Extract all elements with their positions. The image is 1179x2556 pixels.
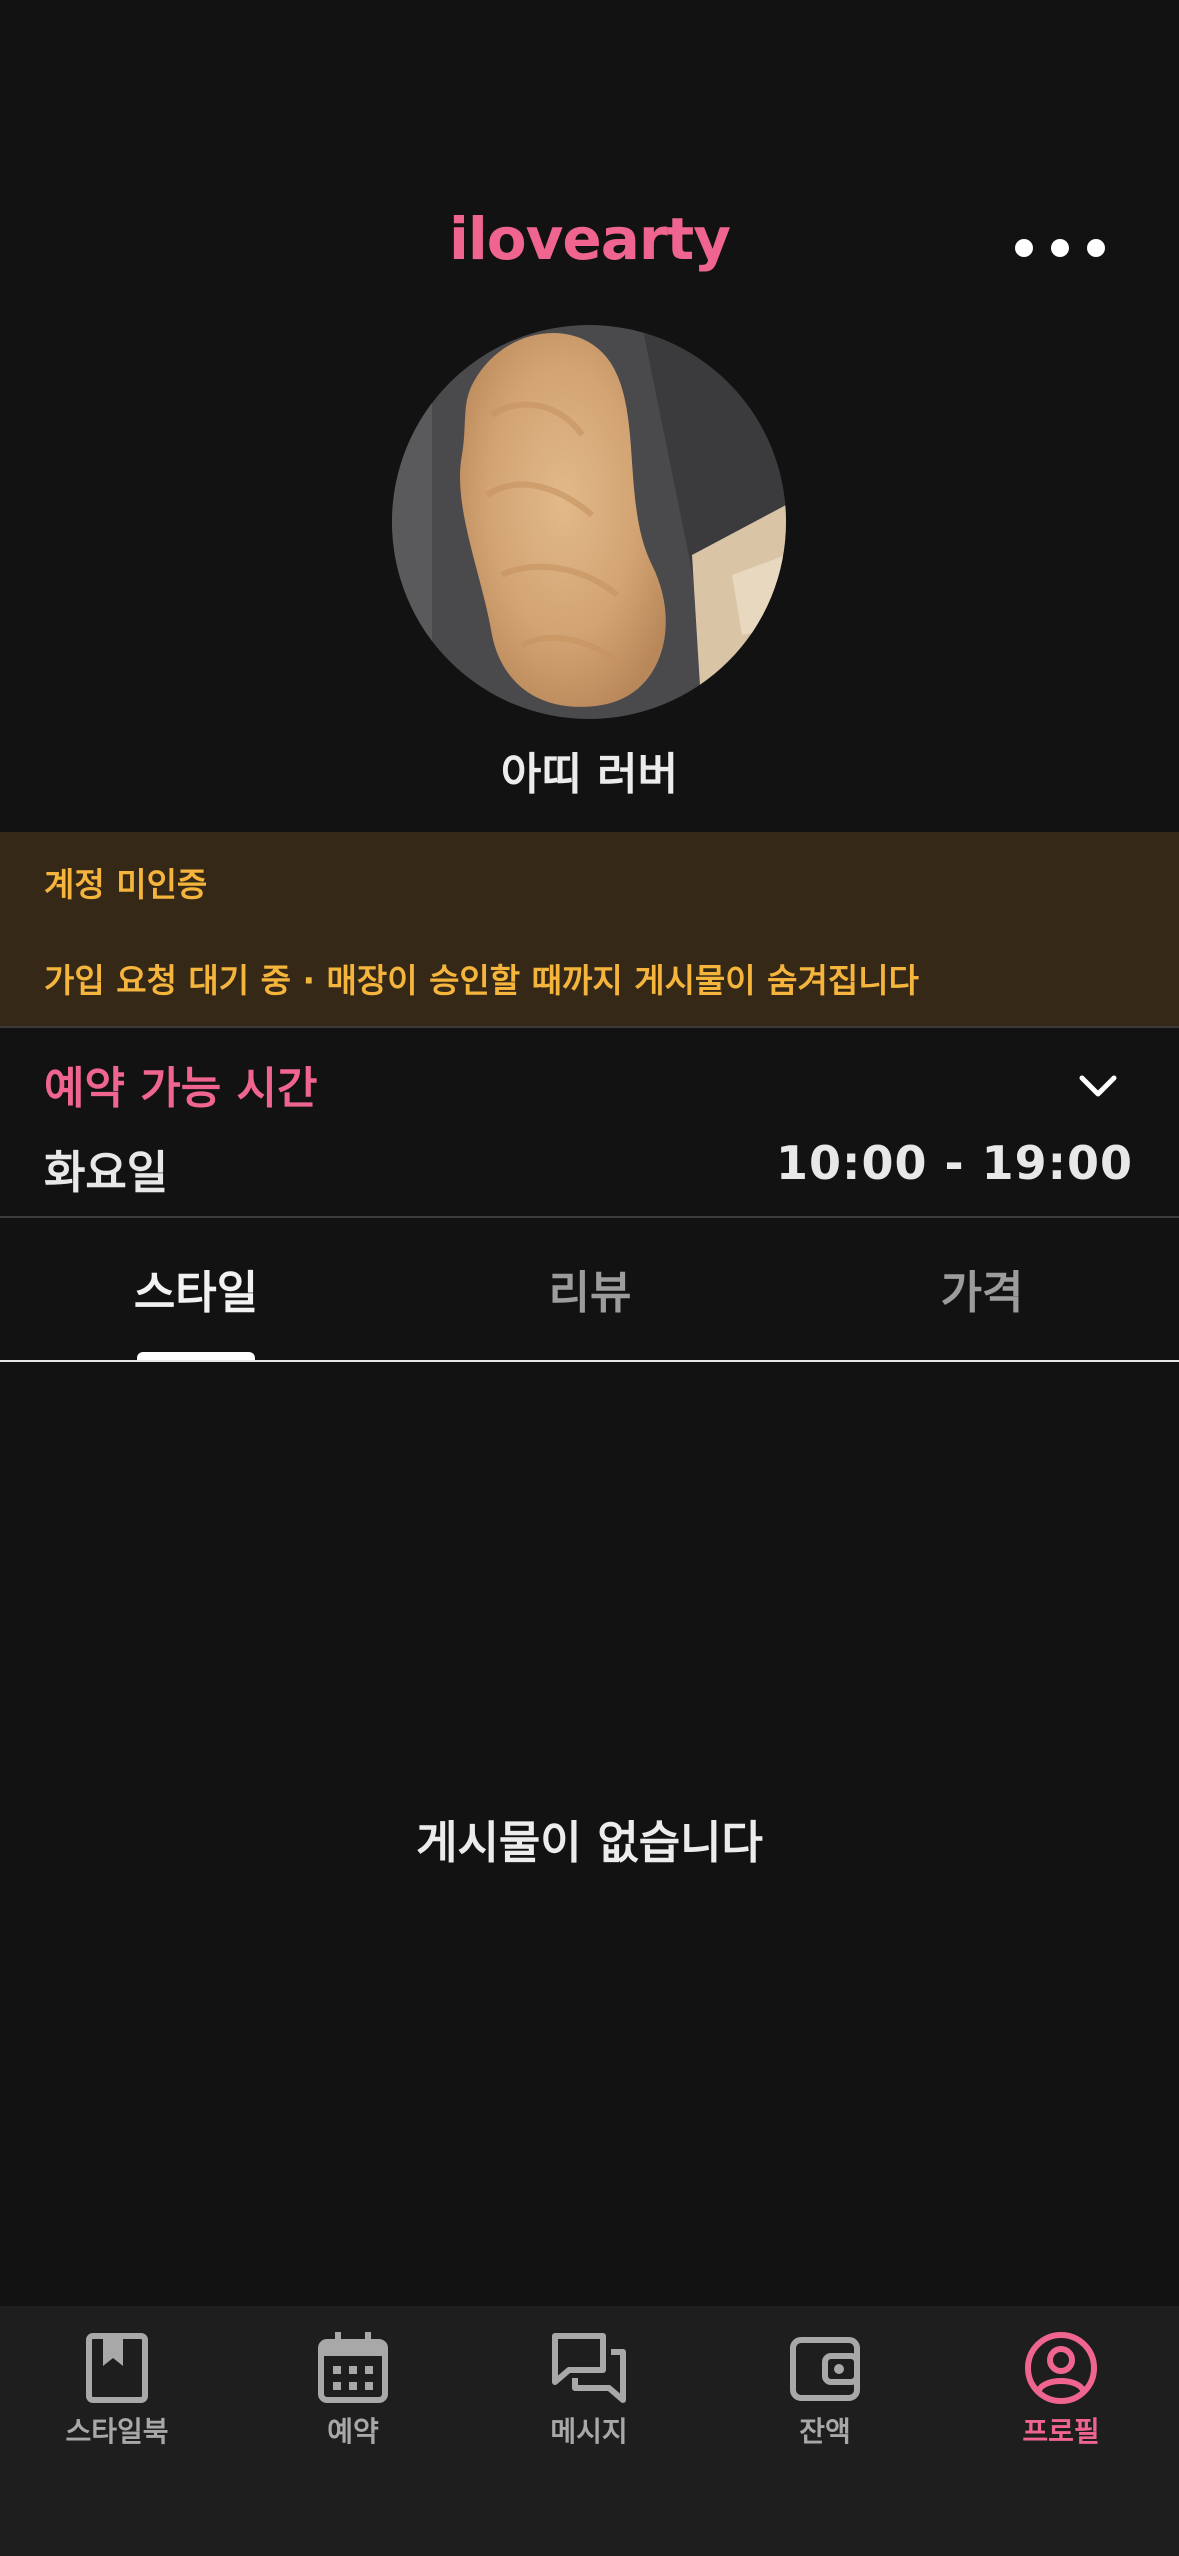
wallet-icon: [790, 2337, 860, 2401]
chevron-down-icon[interactable]: [1076, 1064, 1120, 1108]
nav-label: 잔액: [799, 2415, 851, 2448]
tab-review[interactable]: 리뷰: [440, 1256, 740, 1321]
nav-messages[interactable]: 메시지: [489, 2326, 689, 2456]
tab-style[interactable]: 스타일: [46, 1256, 346, 1321]
chat-icon: [552, 2333, 626, 2403]
warning-title: 계정 미인증: [44, 865, 208, 904]
warning-message: 가입 요청 대기 중 · 매장이 승인할 때까지 게시물이 숨겨집니다: [44, 961, 919, 1000]
available-hours-title: 예약 가능 시간: [44, 1063, 318, 1114]
nav-label: 스타일북: [65, 2415, 169, 2448]
hours-time: 10:00 - 19:00: [776, 1136, 1133, 1190]
nav-profile[interactable]: 프로필: [961, 2326, 1161, 2456]
profile-icon: [1025, 2332, 1097, 2404]
profile-tabs: 스타일 리뷰 가격: [0, 1218, 1179, 1362]
more-dot-icon: [1087, 239, 1105, 257]
calendar-icon: [318, 2332, 388, 2403]
nav-reservation[interactable]: 예약: [253, 2326, 453, 2456]
book-icon: [86, 2333, 148, 2403]
hours-day: 화요일: [44, 1146, 169, 1199]
more-dot-icon: [1051, 239, 1069, 257]
profile-nickname: 아띠 러버: [500, 749, 679, 800]
tab-price[interactable]: 가격: [832, 1256, 1132, 1321]
avatar-photo: [392, 325, 786, 719]
active-tab-indicator: [137, 1352, 255, 1360]
nav-balance[interactable]: 잔액: [725, 2326, 925, 2456]
nav-label: 메시지: [550, 2415, 628, 2448]
bottom-navigation: 스타일북 예약 메시지 잔액 프로필: [0, 2306, 1179, 2556]
more-dot-icon: [1015, 239, 1033, 257]
nav-stylebook[interactable]: 스타일북: [17, 2326, 217, 2456]
empty-state-message: 게시물이 없습니다: [416, 1816, 763, 1869]
profile-header: ilovearty: [0, 0, 1179, 330]
unverified-account-banner: 계정 미인증 가입 요청 대기 중 · 매장이 승인할 때까지 게시물이 숨겨집…: [0, 832, 1179, 1028]
nav-label: 예약: [327, 2415, 379, 2448]
available-hours-section: 예약 가능 시간 화요일 10:00 - 19:00: [0, 1028, 1179, 1218]
profile-avatar[interactable]: [392, 325, 786, 719]
nav-label: 프로필: [1022, 2415, 1100, 2448]
more-options-button[interactable]: [1015, 228, 1105, 268]
profile-username: ilovearty: [448, 205, 731, 273]
